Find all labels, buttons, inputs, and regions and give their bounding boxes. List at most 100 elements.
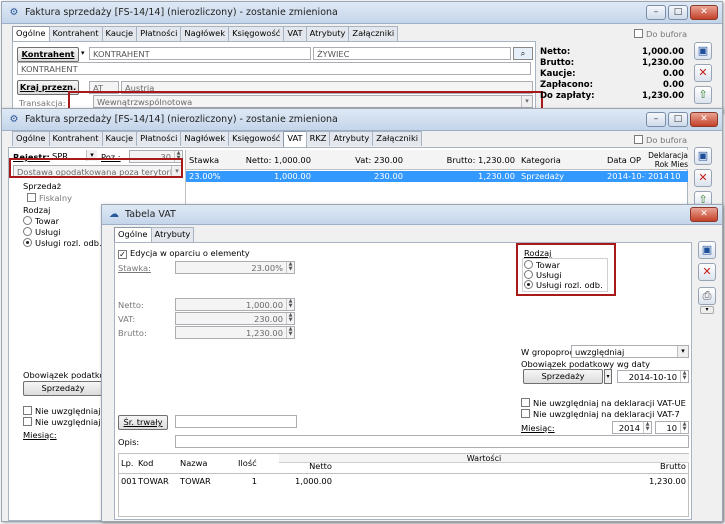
header-stawka[interactable]: Stawka xyxy=(186,155,236,165)
tab-vat[interactable]: VAT xyxy=(283,131,307,147)
invoice-window-back: ⚙ Faktura sprzedaży [FS-14/14] (nierozli… xyxy=(1,1,723,113)
window-title: Faktura sprzedaży [FS-14/14] (nierozlicz… xyxy=(25,7,338,18)
kontrahent-button[interactable]: Kontrahent xyxy=(17,47,79,62)
sr-trwaly-field[interactable] xyxy=(175,415,297,428)
close-button[interactable]: ✕ xyxy=(690,207,718,222)
do-bufora-checkbox[interactable]: Do bufora xyxy=(634,29,687,39)
title-bar[interactable]: ☁ Tabela VAT ✕ xyxy=(102,205,722,225)
vat-field[interactable]: 230.00 ▲ ▼ xyxy=(175,312,295,325)
header-brutto[interactable]: Brutto xyxy=(334,461,689,471)
spinner-icon[interactable]: ▲ ▼ xyxy=(286,313,294,324)
search-icon[interactable]: ⌕ xyxy=(513,47,533,60)
kontrahent-city-field[interactable]: ŻYWIEC xyxy=(313,47,511,60)
spinner-icon[interactable]: ▲ ▼ xyxy=(286,299,294,310)
table-row[interactable]: 23.00% 1,000.00 230.00 1,230.00 Sprzedaż… xyxy=(186,171,688,182)
dropdown-arrow-icon[interactable]: ▾ xyxy=(604,369,612,384)
header-data-op[interactable]: Data OP xyxy=(604,155,646,165)
rok-field[interactable]: 2014 ▲ ▼ xyxy=(612,421,652,434)
save-icon[interactable]: ▣ xyxy=(694,42,712,60)
highlight-rodzaj xyxy=(516,243,616,296)
header-netto[interactable]: Netto xyxy=(279,461,334,471)
header-brutto[interactable]: Brutto: 1,230.00 xyxy=(406,155,518,165)
close-button[interactable]: ✕ xyxy=(690,5,718,20)
tabela-vat-window: ☁ Tabela VAT ✕ Ogólne Atrybuty ✓ Edycja w… xyxy=(101,204,723,522)
header-lp[interactable]: Lp. xyxy=(119,458,136,468)
spinner-icon[interactable]: ▲ ▼ xyxy=(680,371,688,382)
tab-zalaczniki[interactable]: Załączniki xyxy=(348,26,399,41)
header-kategoria[interactable]: Kategoria xyxy=(518,155,604,165)
cancel-icon[interactable]: ✕ xyxy=(694,169,712,187)
tab-platnosci[interactable]: Płatności xyxy=(136,26,182,41)
tab-ogolne[interactable]: Ogólne xyxy=(12,26,50,42)
tab-naglowek[interactable]: Nagłówek xyxy=(180,131,230,146)
highlight-dostawa xyxy=(9,158,183,178)
spinner-icon[interactable]: ▲ ▼ xyxy=(286,327,294,338)
minimize-button[interactable]: – xyxy=(646,5,666,20)
cancel-icon[interactable]: ✕ xyxy=(698,263,716,281)
tab-ksiegowosc[interactable]: Księgowość xyxy=(228,131,285,146)
header-deklaracja[interactable]: Deklaracja Rok Mies xyxy=(646,151,688,169)
tab-vat[interactable]: VAT xyxy=(283,26,307,41)
do-bufora-checkbox[interactable]: Do bufora xyxy=(634,135,687,145)
chevron-down-icon[interactable]: ▾ xyxy=(677,346,688,357)
spinner-icon[interactable]: ▲ ▼ xyxy=(286,262,294,273)
table-row[interactable]: 001 TOWAR TOWAR 1 1,000.00 1,230.00 xyxy=(119,476,689,487)
fiskalny-checkbox[interactable]: Fiskalny xyxy=(27,193,72,203)
radio-uslugi-rozl[interactable]: Usługi rozl. odb. xyxy=(23,238,102,248)
app-icon: ⚙ xyxy=(9,7,19,18)
radio-towar[interactable]: Towar xyxy=(23,216,59,226)
tab-ksiegowosc[interactable]: Księgowość xyxy=(228,26,285,41)
tab-kontrahent[interactable]: Kontrahent xyxy=(48,26,103,41)
netto-field[interactable]: 1,000.00 ▲ ▼ xyxy=(175,298,295,311)
kontrahent-name-field[interactable]: KONTRAHENT xyxy=(17,62,531,75)
header-netto[interactable]: Netto: 1,000.00 xyxy=(236,155,314,165)
tab-rkz[interactable]: RKZ xyxy=(305,131,331,146)
print-icon[interactable]: ⎙ xyxy=(698,287,716,305)
approve-icon[interactable]: ⇧ xyxy=(694,86,712,104)
brutto-field[interactable]: 1,230.00 ▲ ▼ xyxy=(175,326,295,339)
tab-atrybuty[interactable]: Atrybuty xyxy=(150,227,195,242)
minimize-button[interactable]: – xyxy=(646,112,666,127)
sprzedazy-button[interactable]: Sprzedaży xyxy=(523,369,603,384)
close-button[interactable]: ✕ xyxy=(690,112,718,127)
maximize-button[interactable]: □ xyxy=(668,112,688,127)
opis-field[interactable] xyxy=(175,435,689,448)
tab-naglowek[interactable]: Nagłówek xyxy=(180,26,230,41)
kontrahent-code-field[interactable]: KONTRAHENT xyxy=(89,47,311,60)
tab-ogolne[interactable]: Ogólne xyxy=(114,227,152,243)
chevron-down-icon[interactable]: ▾ xyxy=(700,306,714,314)
tab-ogolne[interactable]: Ogólne xyxy=(12,131,50,146)
tab-atrybuty[interactable]: Atrybuty xyxy=(329,131,374,146)
header-ilosc[interactable]: Ilość xyxy=(236,458,279,468)
maximize-button[interactable]: □ xyxy=(668,5,688,20)
edycja-checkbox[interactable]: ✓ Edycja w oparciu o elementy xyxy=(118,248,250,259)
obowiazek-date-field[interactable]: 2014-10-10 ▲ ▼ xyxy=(617,370,689,383)
tab-platnosci[interactable]: Płatności xyxy=(136,131,182,146)
tab-kaucje[interactable]: Kaucje xyxy=(101,26,138,41)
spinner-icon[interactable]: ▲ ▼ xyxy=(680,422,688,433)
dropdown-arrow-icon[interactable]: ▾ xyxy=(81,49,85,57)
title-bar[interactable]: ⚙ Faktura sprzedaży [FS-14/14] (nierozli… xyxy=(2,2,722,24)
save-icon[interactable]: ▣ xyxy=(698,241,716,259)
radio-uslugi[interactable]: Usługi xyxy=(23,227,61,237)
header-nazwa[interactable]: Nazwa xyxy=(178,458,236,468)
tab-atrybuty[interactable]: Atrybuty xyxy=(305,26,350,41)
miesiac-label: Miesiąc: xyxy=(23,430,57,440)
nie-vatue-checkbox[interactable]: Nie uwzględniaj na deklaracji VAT-UE xyxy=(521,398,686,408)
tab-zalaczniki[interactable]: Załączniki xyxy=(372,131,423,146)
miesiac-field[interactable]: 10 ▲ ▼ xyxy=(655,421,689,434)
title-bar[interactable]: ⚙ Faktura sprzedaży [FS-14/14] (nierozli… xyxy=(2,109,722,131)
nie-vat7-checkbox[interactable]: Nie uwzględniaj na deklaracji VAT-7 xyxy=(521,409,680,419)
stawka-field[interactable]: 23.00% ▲ ▼ xyxy=(175,261,295,274)
tab-kaucje[interactable]: Kaucje xyxy=(101,131,138,146)
cancel-icon[interactable]: ✕ xyxy=(694,64,712,82)
sr-trwaly-button[interactable]: Śr. trwały xyxy=(118,415,168,430)
header-kod[interactable]: Kod xyxy=(136,458,178,468)
sprzedazy-button[interactable]: Sprzedaży xyxy=(23,381,103,396)
header-vat[interactable]: Vat: 230.00 xyxy=(314,155,406,165)
spinner-icon[interactable]: ▲ ▼ xyxy=(643,422,651,433)
save-icon[interactable]: ▣ xyxy=(694,147,712,165)
tab-strip: Ogólne Kontrahent Kaucje Płatności Nagłó… xyxy=(12,131,423,147)
tab-kontrahent[interactable]: Kontrahent xyxy=(48,131,103,146)
w-gropoprocji-select[interactable]: uwzględniaj ▾ xyxy=(571,345,689,358)
